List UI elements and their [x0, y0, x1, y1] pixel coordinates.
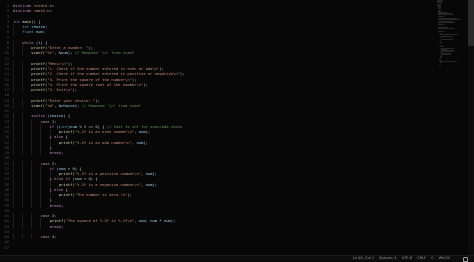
minimap-line: [440, 42, 442, 43]
code-text: case 1:: [13, 119, 56, 124]
cursor-position[interactable]: Ln 44, Col 1: [353, 256, 374, 261]
encoding-setting[interactable]: UTF-8: [402, 256, 412, 261]
code-text: printf("%.2f is an odd number\n", num);: [13, 140, 148, 145]
minimap-line: [441, 50, 455, 51]
minimap-line: [441, 53, 451, 54]
language-mode[interactable]: C: [431, 256, 434, 261]
minimap-line: [437, 1, 442, 2]
minimap-line: [441, 39, 453, 40]
line-number: 47: [0, 245, 9, 250]
code-text: break;: [13, 203, 63, 208]
code-text: while (1) {: [13, 40, 47, 45]
code-text: int choice;: [13, 24, 47, 29]
code-text: int main() {: [13, 19, 40, 24]
minimap-line: [438, 13, 452, 14]
code-text: }: [13, 197, 52, 202]
code-text: float num;: [13, 29, 45, 34]
code-text: printf("Enter your choice: ");: [13, 98, 100, 103]
line-ending-setting[interactable]: CRLF: [417, 256, 426, 261]
code-text: }: [13, 145, 52, 150]
code-text: printf("%.2f is an even number\n", num);: [13, 129, 150, 134]
code-text: if ((int)num % 2 == 0) { // Cast to int …: [13, 124, 182, 129]
minimap-line: [440, 61, 458, 62]
minimap-line: [441, 36, 454, 37]
code-line[interactable]: [13, 245, 431, 250]
code-editor[interactable]: 1234567891011121314151617181920212223242…: [0, 0, 474, 255]
code-text: printf("3. Print the square of the numbe…: [13, 77, 136, 82]
minimap-line: [438, 28, 453, 29]
minimap-line: [440, 56, 442, 57]
code-text: printf("%.2f is a positive number\n", nu…: [13, 171, 157, 176]
code-text: #include <stdio.h>: [13, 3, 54, 8]
indentation-setting[interactable]: Spaces: 4: [379, 256, 396, 261]
minimap[interactable]: [437, 0, 466, 255]
scrollbar-thumb[interactable]: [468, 0, 474, 46]
code-text: printf("1. Check if the number entered i…: [13, 66, 164, 71]
platform-indicator[interactable]: Win32: [439, 256, 450, 261]
line-number-gutter: 1234567891011121314151617181920212223242…: [0, 3, 9, 250]
code-text: scanf("%d", &choice); // Removed '\n' fr…: [13, 103, 141, 108]
code-text: printf("2. Check if the number entered i…: [13, 71, 184, 76]
code-text: #include <math.h>: [13, 8, 52, 13]
status-bar: Ln 44, Col 1 Spaces: 4 UTF-8 CRLF C Win3…: [0, 255, 474, 261]
code-text: printf("Enter a number: ");: [13, 45, 93, 50]
code-text: case 4:: [13, 234, 56, 239]
code-text: printf("The square of %.2f is %.2f\n", n…: [13, 218, 175, 223]
code-text: } else if (num < 0) {: [13, 176, 98, 181]
code-text: case 3:: [13, 213, 56, 218]
minimap-line: [440, 62, 442, 63]
code-text: case 2:: [13, 161, 56, 166]
minimap-line: [438, 24, 444, 25]
code-text: if (num > 0) {: [13, 166, 82, 171]
code-text: printf("4. Print the square root of the …: [13, 82, 148, 87]
code-text: break;: [13, 224, 63, 229]
minimap-line: [439, 65, 441, 66]
code-text: printf("%.2f is a negative number\n", nu…: [13, 182, 157, 187]
code-area[interactable]: #include <stdio.h>#include <math.h> int m…: [13, 3, 431, 250]
code-text: break;: [13, 150, 63, 155]
code-text: scanf("%f", &num); // Removed '\n' from …: [13, 50, 134, 55]
bell-icon[interactable]: [463, 257, 468, 262]
minimap-line: [438, 7, 441, 8]
